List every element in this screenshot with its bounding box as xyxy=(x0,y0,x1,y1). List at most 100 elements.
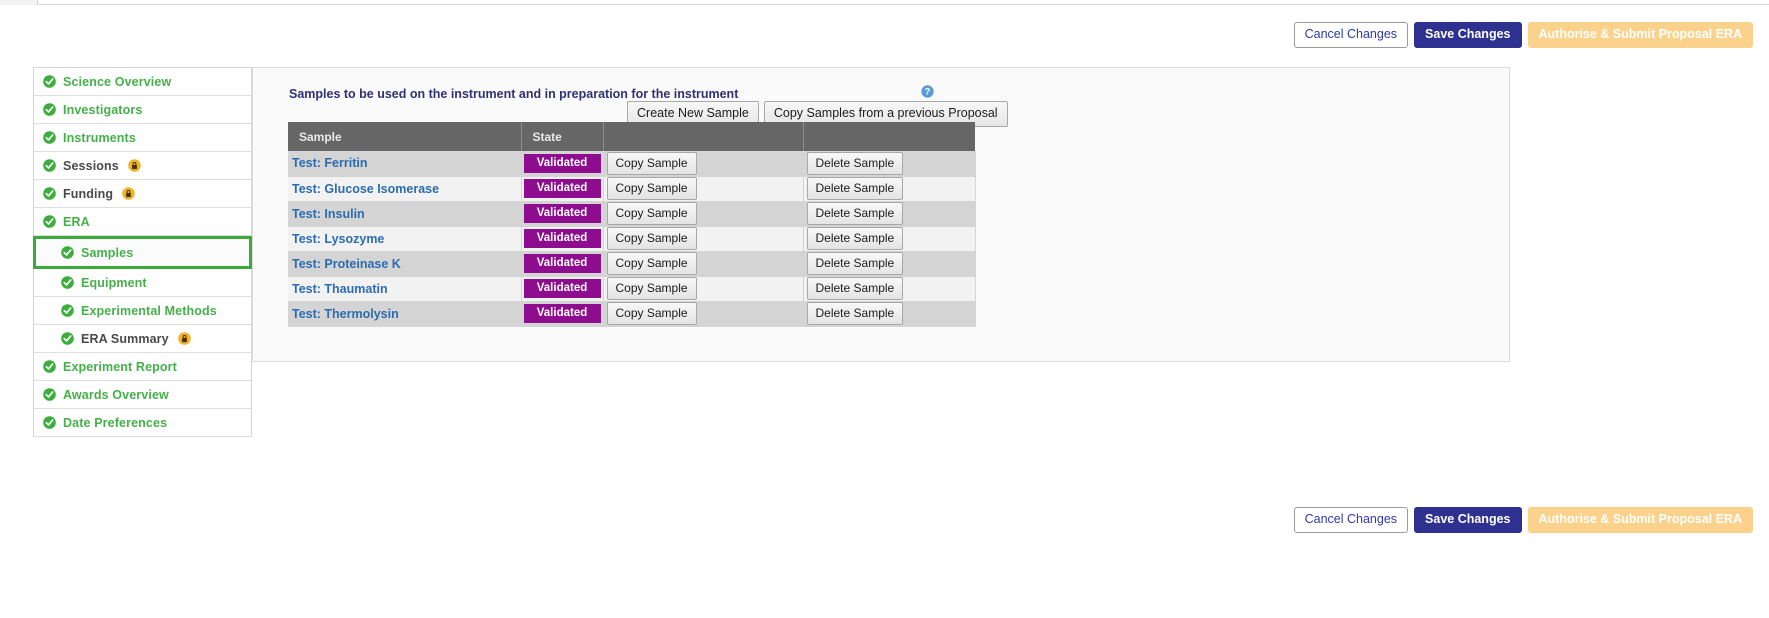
copy-sample-button[interactable]: Copy Sample xyxy=(607,202,697,225)
sidebar-item-experimental-methods[interactable]: Experimental Methods xyxy=(34,297,251,325)
check-circle-icon xyxy=(43,159,56,172)
column-header-sample: Sample xyxy=(288,122,521,151)
sidebar-item-label: Sessions xyxy=(63,159,119,173)
check-circle-icon xyxy=(43,103,56,116)
cell-copy-action: Copy Sample xyxy=(603,176,803,201)
cell-delete-action: Delete Sample xyxy=(803,176,975,201)
sidebar-item-era-summary[interactable]: ERA Summary xyxy=(34,325,251,353)
sidebar-item-era[interactable]: ERA xyxy=(34,208,251,236)
sidebar-item-experiment-report[interactable]: Experiment Report xyxy=(34,353,251,381)
table-header-row: Sample State xyxy=(288,122,975,151)
sample-link[interactable]: Test: Ferritin xyxy=(292,156,367,170)
delete-sample-button[interactable]: Delete Sample xyxy=(807,202,904,225)
delete-sample-button[interactable]: Delete Sample xyxy=(807,152,904,175)
panel-heading: Samples to be used on the instrument and… xyxy=(289,87,738,101)
sidebar-item-label: ERA Summary xyxy=(81,332,169,346)
cell-delete-action: Delete Sample xyxy=(803,201,975,226)
cell-state: Validated xyxy=(521,301,603,326)
sidebar-item-label: Funding xyxy=(63,187,113,201)
sidebar-item-label: Instruments xyxy=(63,131,136,145)
status-badge: Validated xyxy=(524,179,601,198)
cell-state: Validated xyxy=(521,226,603,251)
sidebar-item-date-preferences[interactable]: Date Preferences xyxy=(34,409,251,437)
cancel-changes-button-bottom[interactable]: Cancel Changes xyxy=(1294,507,1408,533)
authorise-submit-proposal-button-bottom[interactable]: Authorise & Submit Proposal ERA xyxy=(1528,507,1754,533)
delete-sample-button[interactable]: Delete Sample xyxy=(807,227,904,250)
check-circle-icon xyxy=(43,360,56,373)
svg-text:?: ? xyxy=(925,87,931,97)
delete-sample-button[interactable]: Delete Sample xyxy=(807,252,904,275)
help-icon[interactable]: ? xyxy=(921,85,934,98)
delete-sample-button[interactable]: Delete Sample xyxy=(807,302,904,325)
sidebar-item-label: Investigators xyxy=(63,103,142,117)
cell-sample: Test: Insulin xyxy=(288,201,521,226)
top-chrome-left-cell xyxy=(0,0,38,5)
copy-sample-button[interactable]: Copy Sample xyxy=(607,227,697,250)
status-badge: Validated xyxy=(524,304,601,323)
sidebar-item-funding[interactable]: Funding xyxy=(34,180,251,208)
cell-state: Validated xyxy=(521,251,603,276)
cell-copy-action: Copy Sample xyxy=(603,201,803,226)
cell-sample: Test: Proteinase K xyxy=(288,251,521,276)
table-row: Test: Glucose Isomerase Validated Copy Sam… xyxy=(288,176,975,201)
cell-delete-action: Delete Sample xyxy=(803,276,975,301)
table-row: Test: InsulinValidatedCopy SampleDelete … xyxy=(288,201,975,226)
lock-icon xyxy=(122,187,135,200)
lock-icon xyxy=(128,159,141,172)
copy-sample-button[interactable]: Copy Sample xyxy=(607,277,697,300)
cell-copy-action: Copy Sample xyxy=(603,251,803,276)
sidebar-item-awards-overview[interactable]: Awards Overview xyxy=(34,381,251,409)
column-header-delete xyxy=(803,122,975,151)
sample-link[interactable]: Test: Thermolysin xyxy=(292,307,399,321)
table-row: Test: ThaumatinValidatedCopy SampleDelet… xyxy=(288,276,975,301)
check-circle-icon xyxy=(61,304,74,317)
sidebar-item-label: Awards Overview xyxy=(63,388,169,402)
sidebar-item-label: Experimental Methods xyxy=(81,304,217,318)
check-circle-icon xyxy=(43,187,56,200)
status-badge: Validated xyxy=(524,154,601,173)
top-chrome-strip xyxy=(0,0,1769,5)
sample-link[interactable]: Test: Thaumatin xyxy=(292,282,388,296)
sample-link[interactable]: Test: Glucose Isomerase xyxy=(292,182,439,196)
check-circle-icon xyxy=(61,332,74,345)
sample-link[interactable]: Test: Proteinase K xyxy=(292,257,401,271)
copy-sample-button[interactable]: Copy Sample xyxy=(607,252,697,275)
cell-delete-action: Delete Sample xyxy=(803,301,975,326)
cell-sample: Test: Lysozyme xyxy=(288,226,521,251)
sidebar-item-label: Equipment xyxy=(81,276,147,290)
column-header-state: State xyxy=(521,122,603,151)
cell-delete-action: Delete Sample xyxy=(803,226,975,251)
sidebar-item-equipment[interactable]: Equipment xyxy=(34,269,251,297)
copy-sample-button[interactable]: Copy Sample xyxy=(607,177,697,200)
delete-sample-button[interactable]: Delete Sample xyxy=(807,177,904,200)
cell-state: Validated xyxy=(521,151,603,176)
copy-sample-button[interactable]: Copy Sample xyxy=(607,302,697,325)
cell-copy-action: Copy Sample xyxy=(603,151,803,176)
sample-link[interactable]: Test: Lysozyme xyxy=(292,232,384,246)
check-circle-icon xyxy=(43,388,56,401)
table-row: Test: Ferritin Validated Copy Sample Delete… xyxy=(288,151,975,176)
sidebar-item-label: Samples xyxy=(81,246,133,260)
bottom-action-bar: Cancel Changes Save Changes Authorise & … xyxy=(1294,507,1753,533)
sidebar-item-sessions[interactable]: Sessions xyxy=(34,152,251,180)
cell-delete-action: Delete Sample xyxy=(803,251,975,276)
cell-copy-action: Copy Sample xyxy=(603,301,803,326)
check-circle-icon xyxy=(43,131,56,144)
cancel-changes-button-top[interactable]: Cancel Changes xyxy=(1294,22,1408,48)
sidebar-item-science-overview[interactable]: Science Overview xyxy=(34,68,251,96)
save-changes-button-bottom[interactable]: Save Changes xyxy=(1414,507,1521,533)
copy-sample-button[interactable]: Copy Sample xyxy=(607,152,697,175)
authorise-submit-proposal-button-top[interactable]: Authorise & Submit Proposal ERA xyxy=(1528,22,1754,48)
check-circle-icon xyxy=(61,246,74,259)
cell-sample: Test: Thaumatin xyxy=(288,276,521,301)
sidebar-item-investigators[interactable]: Investigators xyxy=(34,96,251,124)
check-circle-icon xyxy=(61,276,74,289)
sidebar-item-samples[interactable]: Samples xyxy=(33,236,252,269)
save-changes-button-top[interactable]: Save Changes xyxy=(1414,22,1521,48)
cell-delete-action: Delete Sample xyxy=(803,151,975,176)
sidebar-item-instruments[interactable]: Instruments xyxy=(34,124,251,152)
delete-sample-button[interactable]: Delete Sample xyxy=(807,277,904,300)
status-badge: Validated xyxy=(524,229,601,248)
sample-link[interactable]: Test: Insulin xyxy=(292,207,365,221)
check-circle-icon xyxy=(43,416,56,429)
